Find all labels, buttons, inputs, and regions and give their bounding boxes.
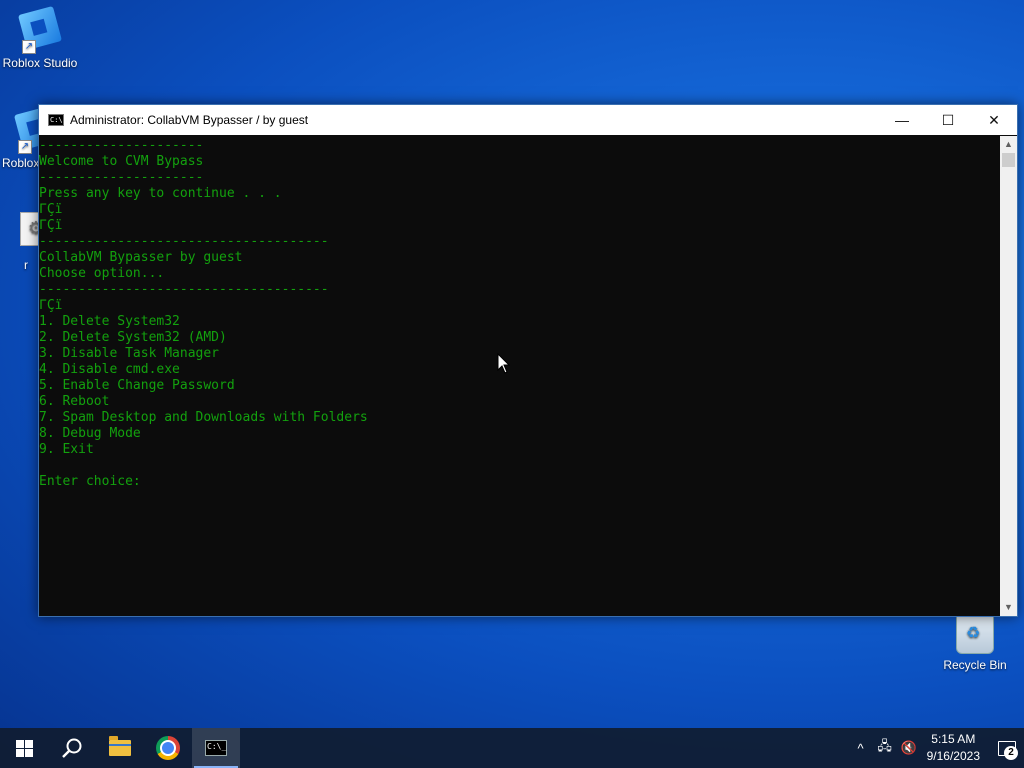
console-line: Press any key to continue . . . [39, 186, 282, 201]
system-tray: ^ 🖧 🔇 5:15 AM 9/16/2023 2 [849, 728, 1024, 768]
minimize-button[interactable]: — [879, 105, 925, 135]
console-line: --------------------- [39, 170, 204, 185]
console-line: 4. Disable cmd.exe [39, 362, 180, 377]
console-window[interactable]: C:\ Administrator: CollabVM Bypasser / b… [38, 104, 1018, 617]
console-line: 3. Disable Task Manager [39, 346, 220, 361]
cmd-icon: C:\ [48, 114, 64, 126]
console-line: ΓÇï [39, 202, 63, 217]
console-line: ΓÇï [39, 298, 63, 313]
search-icon [62, 738, 82, 758]
console-line: Enter choice: [39, 474, 149, 489]
console-line: 5. Enable Change Password [39, 378, 235, 393]
console-line: 8. Debug Mode [39, 426, 141, 441]
console-line: Welcome to CVM Bypass [39, 154, 204, 169]
search-button[interactable] [48, 728, 96, 768]
clock-date: 9/16/2023 [926, 749, 980, 763]
chrome-icon [156, 736, 180, 760]
console-line: CollabVM Bypasser by guest [39, 250, 243, 265]
clock-time: 5:15 AM [931, 732, 976, 746]
console-line: 6. Reboot [39, 394, 110, 409]
console-output[interactable]: --------------------- Welcome to CVM Bypa… [39, 136, 999, 616]
show-hidden-icons-chevron-icon[interactable]: ^ [849, 741, 873, 756]
taskbar: C:\_ ^ 🖧 🔇 5:15 AM 9/16/2023 2 [0, 728, 1024, 768]
scroll-up-arrow-icon[interactable]: ▲ [1000, 136, 1017, 153]
vertical-scrollbar[interactable]: ▲ ▼ [1000, 136, 1017, 616]
clock[interactable]: 5:15 AM 9/16/2023 [927, 731, 980, 765]
desktop-icon-label: Recycle Bin [943, 658, 1007, 672]
desktop-icon-label: Roblox Studio [2, 56, 78, 70]
cmd-taskbar-button[interactable]: C:\_ [192, 728, 240, 768]
scroll-thumb[interactable] [1002, 153, 1015, 167]
notification-count-badge: 2 [1004, 746, 1018, 760]
maximize-button[interactable]: ☐ [925, 105, 971, 135]
close-button[interactable]: ✕ [971, 105, 1017, 135]
console-line: ------------------------------------- [39, 282, 329, 297]
cmd-icon: C:\_ [205, 740, 227, 756]
desktop-icon-roblox-studio[interactable]: ↗ Roblox Studio [0, 5, 80, 70]
console-line: --------------------- [39, 138, 204, 153]
volume-muted-icon[interactable]: 🔇 [897, 740, 921, 756]
chrome-button[interactable] [144, 728, 192, 768]
console-line: 2. Delete System32 (AMD) [39, 330, 227, 345]
desktop-icon-recycle-bin[interactable]: ♻ Recycle Bin [935, 612, 1015, 672]
console-line: ΓÇï [39, 218, 63, 233]
console-line: Choose option... [39, 266, 165, 281]
shortcut-arrow-icon: ↗ [18, 140, 32, 154]
console-text: --------------------- Welcome to CVM Bypa… [39, 136, 999, 490]
window-title: Administrator: CollabVM Bypasser / by gu… [70, 113, 309, 127]
console-line: 9. Exit [39, 442, 94, 457]
recycle-bin-icon: ♻ [953, 612, 997, 656]
console-line: 1. Delete System32 [39, 314, 180, 329]
scroll-down-arrow-icon[interactable]: ▼ [1000, 599, 1017, 616]
window-titlebar[interactable]: C:\ Administrator: CollabVM Bypasser / b… [39, 105, 1017, 135]
console-line: 7. Spam Desktop and Downloads with Folde… [39, 410, 368, 425]
roblox-studio-icon: ↗ [17, 5, 63, 54]
network-icon[interactable]: 🖧 [873, 737, 897, 759]
folder-icon [109, 736, 131, 756]
console-line: ------------------------------------- [39, 234, 329, 249]
windows-logo-icon [15, 739, 33, 757]
shortcut-arrow-icon: ↗ [22, 40, 36, 54]
notification-center-button[interactable]: 2 [990, 728, 1024, 768]
file-explorer-button[interactable] [96, 728, 144, 768]
start-button[interactable] [0, 728, 48, 768]
mouse-cursor-icon [497, 353, 511, 374]
